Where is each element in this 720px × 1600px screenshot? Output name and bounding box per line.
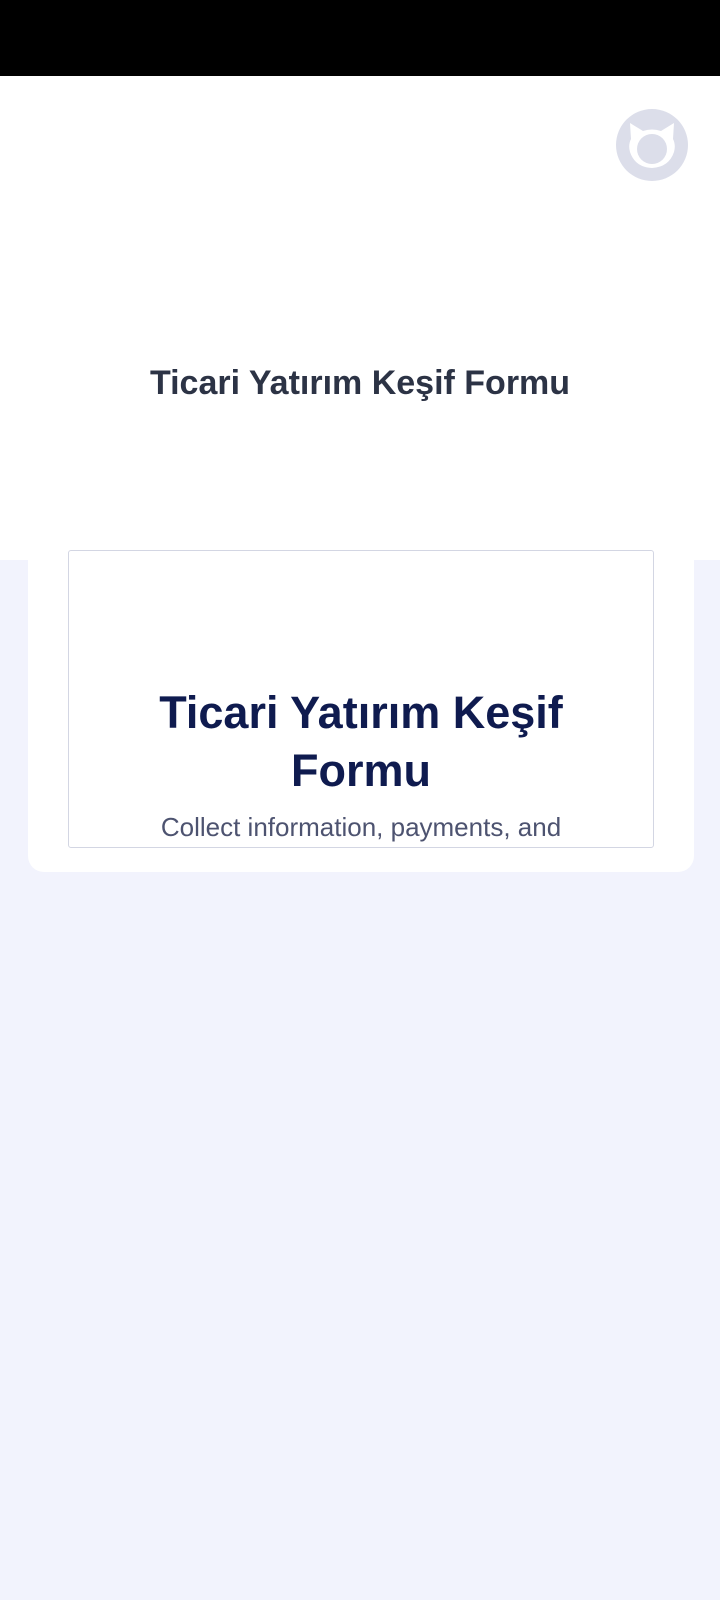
avatar[interactable] [616, 109, 688, 181]
form-preview-description: Collect information, payments, and [160, 812, 562, 842]
header [0, 76, 720, 560]
page-title: Ticari Yatırım Keşif Formu [149, 364, 571, 402]
form-preview-card[interactable]: Ticari Yatırım Keşif Formu Collect infor… [28, 540, 694, 872]
form-preview[interactable]: Ticari Yatırım Keşif Formu Collect infor… [68, 550, 654, 848]
form-preview-title: Ticari Yatırım Keşif Formu [159, 687, 563, 796]
status-bar [0, 0, 720, 76]
jotform-cat-avatar-icon [629, 123, 675, 168]
